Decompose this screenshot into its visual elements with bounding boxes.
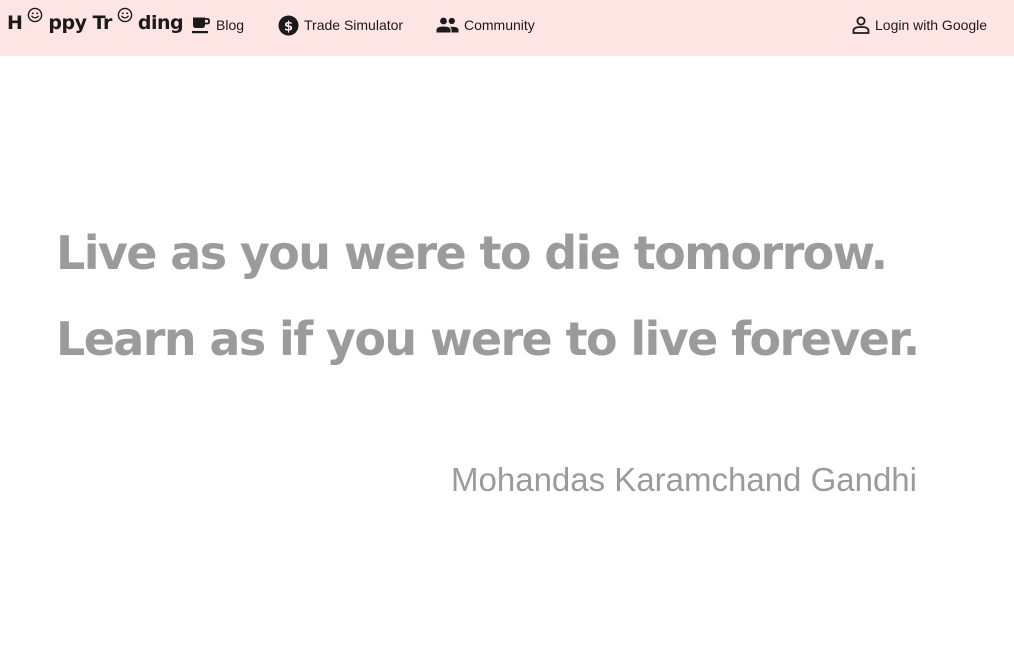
brand-text-part-1: H <box>7 12 23 34</box>
brand-text-part-2: ppy Tr <box>48 12 112 34</box>
login-with-google-button[interactable]: Login with Google <box>852 14 987 36</box>
login-label: Login with Google <box>875 17 988 33</box>
nav-item-community[interactable]: Community <box>436 14 535 36</box>
brand-text-part-3: ding <box>137 12 184 34</box>
nav-item-label: Trade Simulator <box>304 17 404 33</box>
coffee-cup-icon <box>191 15 211 35</box>
nav-item-blog[interactable]: Blog <box>191 14 244 36</box>
dollar-coin-icon: $ <box>278 15 299 36</box>
nav-item-label: Community <box>464 17 535 33</box>
quote-line-1: Live as you were to die tomorrow. <box>56 226 888 280</box>
nav-item-label: Blog <box>216 17 245 33</box>
nav-item-trade-simulator[interactable]: $ Trade Simulator <box>278 14 403 36</box>
top-navbar: H ppy Tr ding Blog $ Trade Simulator Com… <box>0 0 1014 56</box>
people-icon <box>436 17 459 33</box>
smiley-face-icon <box>117 6 133 28</box>
quote-line-2: Learn as if you were to live forever. <box>56 312 920 366</box>
person-outline-icon <box>852 16 870 34</box>
quote-author: Mohandas Karamchand Gandhi <box>451 461 917 498</box>
smiley-face-icon <box>27 6 43 28</box>
svg-text:$: $ <box>284 19 293 34</box>
brand-logo[interactable]: H ppy Tr ding <box>7 7 184 34</box>
